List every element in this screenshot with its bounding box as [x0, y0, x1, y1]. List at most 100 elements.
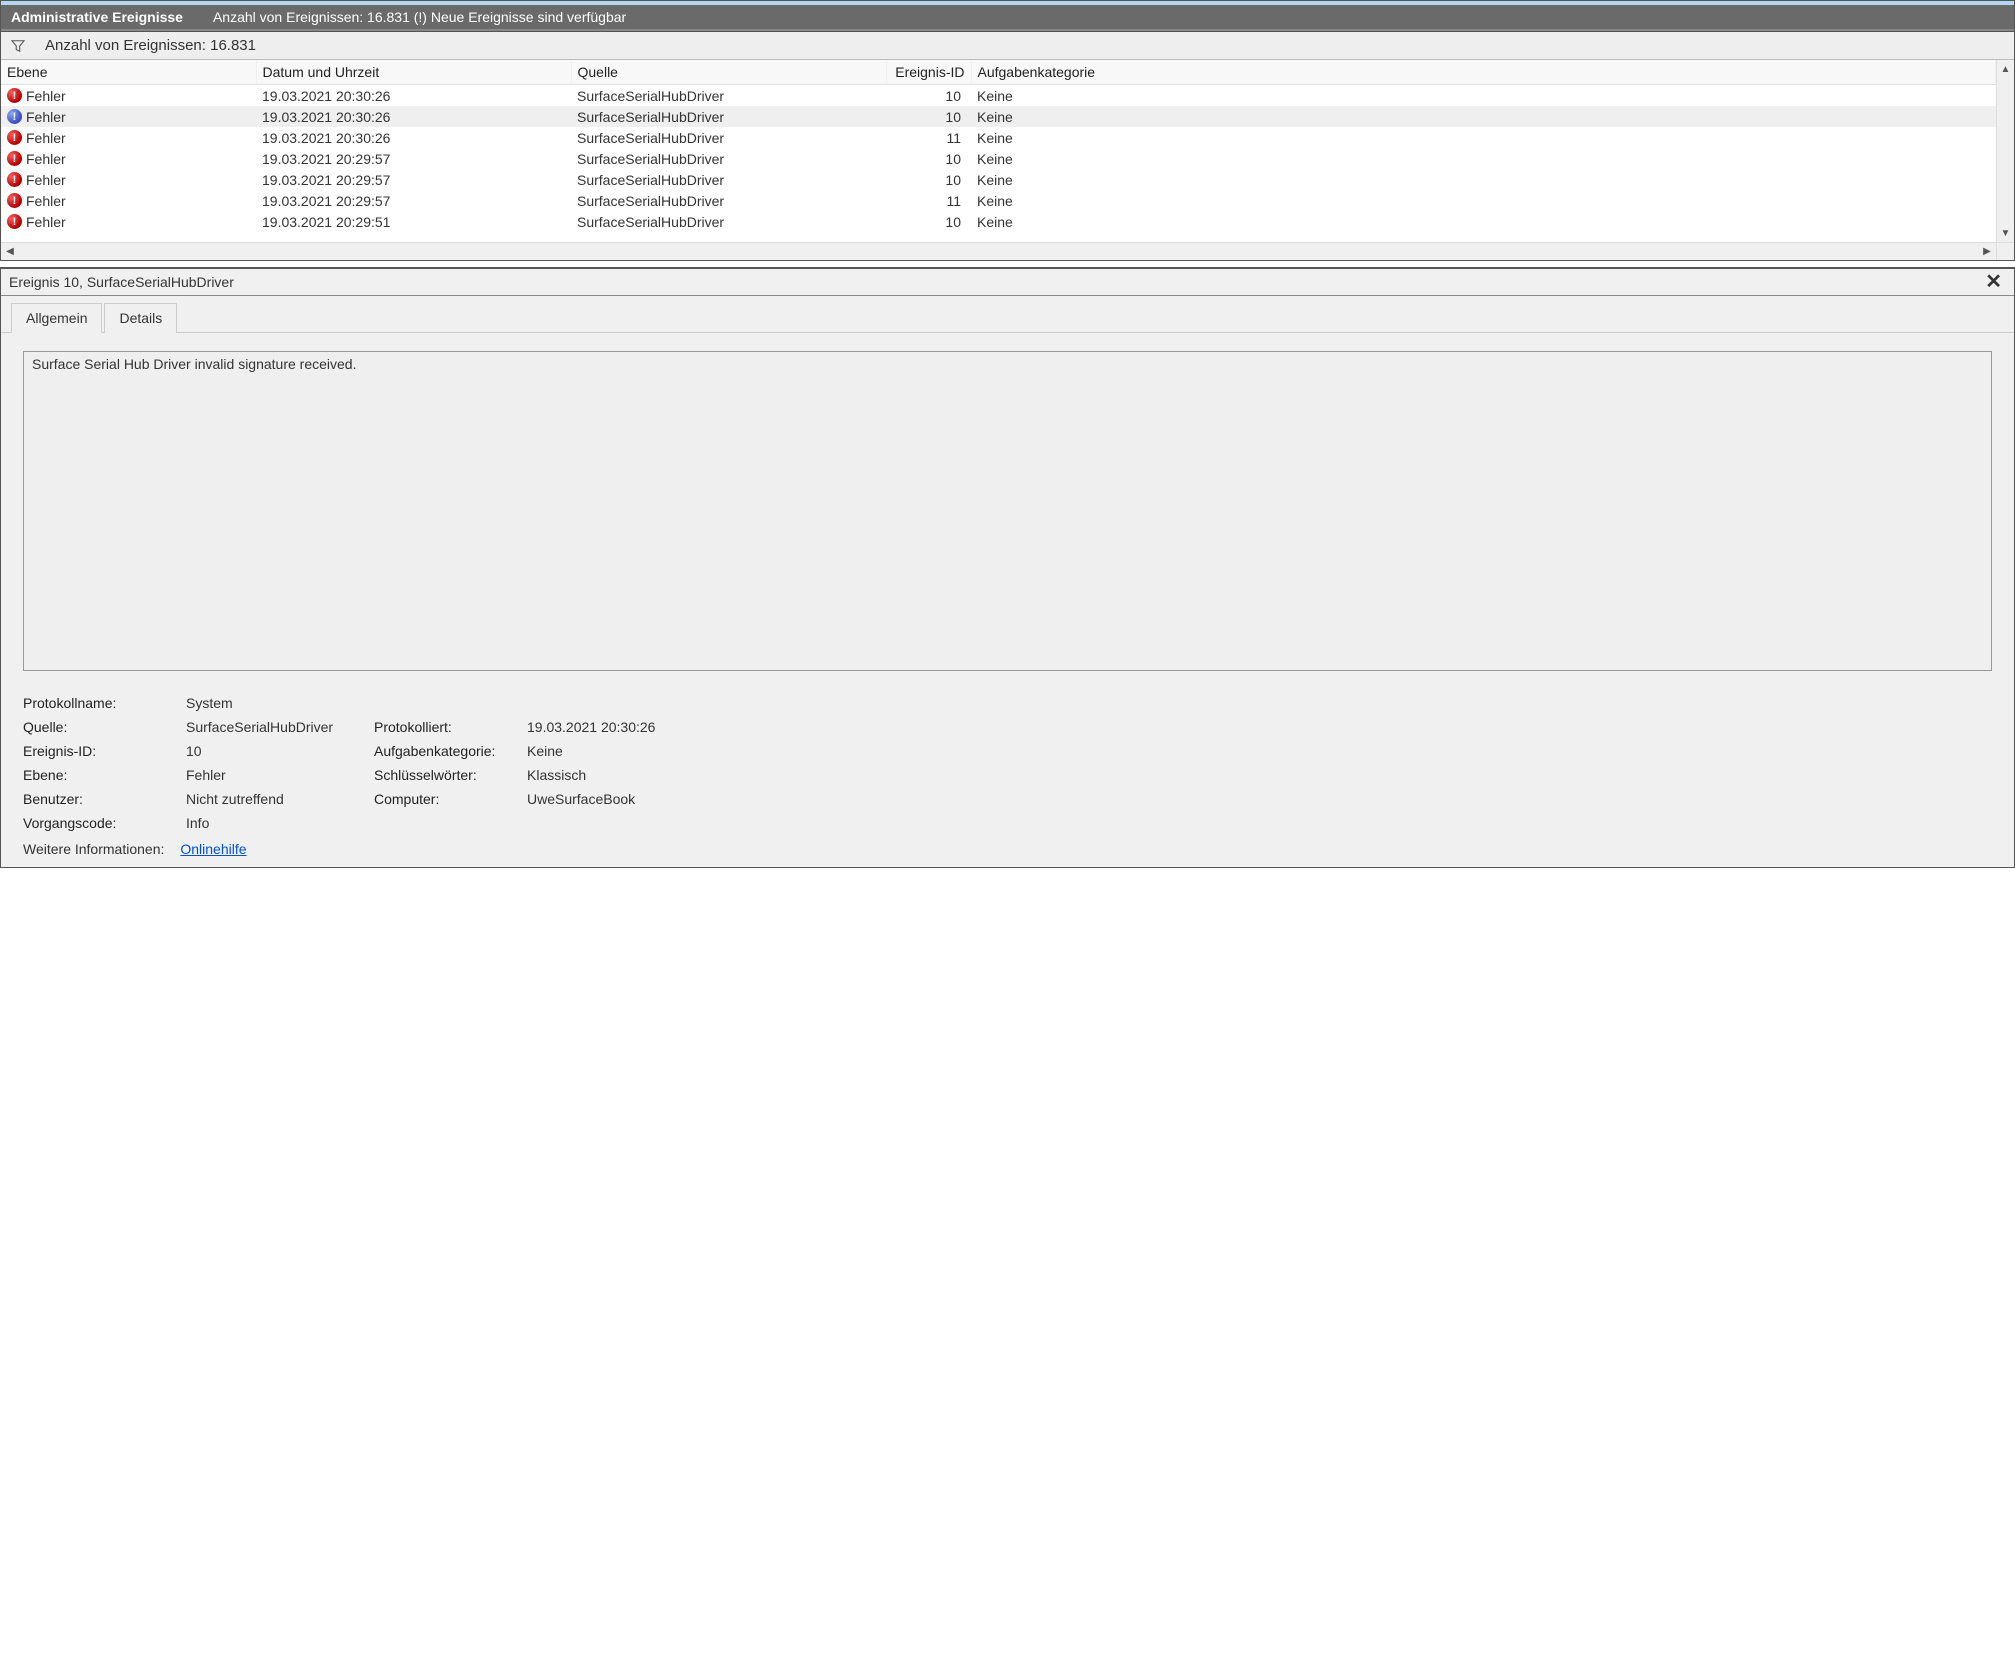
- error-icon: !: [7, 214, 22, 229]
- label-keywords: Schlüsselwörter:: [374, 767, 519, 783]
- table-row[interactable]: ! Fehler 19.03.2021 20:29:57SurfaceSerialH…: [1, 190, 1996, 211]
- cell-datetime: 19.03.2021 20:29:57: [256, 169, 571, 190]
- cell-source: SurfaceSerialHubDriver: [571, 190, 886, 211]
- cell-level: Fehler: [26, 193, 66, 209]
- scroll-right-icon[interactable]: ▶: [1978, 243, 1996, 260]
- cell-category: Keine: [971, 169, 1996, 190]
- close-icon[interactable]: ✕: [1981, 272, 2006, 292]
- cell-datetime: 19.03.2021 20:29:51: [256, 211, 571, 232]
- col-level[interactable]: Ebene: [1, 60, 256, 85]
- scrollbar-track[interactable]: [1997, 78, 2014, 224]
- label-level: Ebene:: [23, 767, 178, 783]
- label-event-id: Ereignis-ID:: [23, 743, 178, 759]
- view-subtitle: Anzahl von Ereignissen: 16.831 (!) Neue …: [213, 9, 626, 25]
- cell-level: Fehler: [26, 172, 66, 188]
- label-user: Benutzer:: [23, 791, 178, 807]
- cell-category: Keine: [971, 106, 1996, 127]
- label-log-name: Protokollname:: [23, 695, 178, 711]
- col-datetime[interactable]: Datum und Uhrzeit: [256, 60, 571, 85]
- table-row[interactable]: ! Fehler 19.03.2021 20:30:26SurfaceSerialH…: [1, 85, 1996, 107]
- error-icon: !: [7, 172, 22, 187]
- label-category: Aufgabenkategorie:: [374, 743, 519, 759]
- tab-general[interactable]: Allgemein: [11, 303, 102, 333]
- cell-event-id: 11: [886, 190, 971, 211]
- label-opcode: Vorgangscode:: [23, 815, 178, 831]
- cell-category: Keine: [971, 127, 1996, 148]
- cell-source: SurfaceSerialHubDriver: [571, 169, 886, 190]
- column-header-row: Ebene Datum und Uhrzeit Quelle Ereignis-…: [1, 60, 1996, 85]
- cell-event-id: 11: [886, 127, 971, 148]
- error-icon: !: [7, 151, 22, 166]
- value-user: Nicht zutreffend: [186, 791, 366, 807]
- cell-source: SurfaceSerialHubDriver: [571, 85, 886, 107]
- cell-category: Keine: [971, 211, 1996, 232]
- horizontal-scrollbar[interactable]: ◀ ▶: [1, 242, 1996, 260]
- error-icon: !: [7, 193, 22, 208]
- cell-datetime: 19.03.2021 20:29:57: [256, 190, 571, 211]
- scrollbar-corner: [1996, 242, 2014, 260]
- cell-datetime: 19.03.2021 20:30:26: [256, 85, 571, 107]
- filter-icon[interactable]: [11, 39, 25, 53]
- cell-source: SurfaceSerialHubDriver: [571, 106, 886, 127]
- scroll-left-icon[interactable]: ◀: [1, 243, 19, 260]
- cell-source: SurfaceSerialHubDriver: [571, 211, 886, 232]
- table-row[interactable]: ! Fehler 19.03.2021 20:29:51SurfaceSerialH…: [1, 211, 1996, 232]
- vertical-scrollbar[interactable]: ▲ ▼: [1996, 60, 2014, 242]
- cell-source: SurfaceSerialHubDriver: [571, 148, 886, 169]
- scroll-up-icon[interactable]: ▲: [1997, 60, 2014, 78]
- cell-event-id: 10: [886, 106, 971, 127]
- event-list: Ebene Datum und Uhrzeit Quelle Ereignis-…: [1, 60, 2014, 260]
- info-icon: !: [7, 109, 22, 124]
- label-logged: Protokolliert:: [374, 719, 519, 735]
- cell-level: Fehler: [26, 130, 66, 146]
- col-category[interactable]: Aufgabenkategorie: [971, 60, 1996, 85]
- cell-datetime: 19.03.2021 20:30:26: [256, 106, 571, 127]
- detail-tabs: Allgemein Details: [1, 296, 2014, 333]
- value-category: Keine: [527, 743, 1992, 759]
- cell-category: Keine: [971, 190, 1996, 211]
- scroll-down-icon[interactable]: ▼: [1997, 224, 2014, 242]
- label-more-info: Weitere Informationen:: [23, 841, 164, 857]
- scrollbar-track[interactable]: [19, 243, 1978, 260]
- event-description[interactable]: Surface Serial Hub Driver invalid signat…: [23, 351, 1992, 671]
- table-row[interactable]: ! Fehler 19.03.2021 20:30:26SurfaceSerialH…: [1, 127, 1996, 148]
- col-source[interactable]: Quelle: [571, 60, 886, 85]
- value-event-id: 10: [186, 743, 366, 759]
- label-computer: Computer:: [374, 791, 519, 807]
- value-logged: 19.03.2021 20:30:26: [527, 719, 1992, 735]
- filter-count-label: Anzahl von Ereignissen: 16.831: [45, 37, 256, 54]
- cell-category: Keine: [971, 148, 1996, 169]
- detail-title: Ereignis 10, SurfaceSerialHubDriver: [9, 274, 234, 290]
- cell-level: Fehler: [26, 151, 66, 167]
- cell-datetime: 19.03.2021 20:30:26: [256, 127, 571, 148]
- error-icon: !: [7, 130, 22, 145]
- view-header: Administrative Ereignisse Anzahl von Ere…: [1, 1, 2014, 31]
- cell-level: Fehler: [26, 109, 66, 125]
- cell-level: Fehler: [26, 214, 66, 230]
- filter-bar: Anzahl von Ereignissen: 16.831: [1, 31, 2014, 60]
- error-icon: !: [7, 88, 22, 103]
- cell-level: Fehler: [26, 88, 66, 104]
- value-source: SurfaceSerialHubDriver: [186, 719, 366, 735]
- cell-event-id: 10: [886, 169, 971, 190]
- label-source: Quelle:: [23, 719, 178, 735]
- col-event-id[interactable]: Ereignis-ID: [886, 60, 971, 85]
- value-computer: UweSurfaceBook: [527, 791, 1992, 807]
- value-keywords: Klassisch: [527, 767, 1992, 783]
- value-level: Fehler: [186, 767, 366, 783]
- online-help-link[interactable]: Onlinehilfe: [180, 841, 246, 857]
- cell-event-id: 10: [886, 85, 971, 107]
- table-row[interactable]: ! Fehler 19.03.2021 20:29:57SurfaceSerialH…: [1, 148, 1996, 169]
- value-opcode: Info: [186, 815, 366, 831]
- tab-details[interactable]: Details: [104, 303, 177, 333]
- cell-event-id: 10: [886, 148, 971, 169]
- cell-datetime: 19.03.2021 20:29:57: [256, 148, 571, 169]
- event-properties: Protokollname: System Quelle: SurfaceSer…: [23, 695, 1992, 831]
- cell-category: Keine: [971, 85, 1996, 107]
- table-row[interactable]: ! Fehler 19.03.2021 20:30:26SurfaceSerialH…: [1, 106, 1996, 127]
- cell-event-id: 10: [886, 211, 971, 232]
- view-title: Administrative Ereignisse: [11, 9, 183, 25]
- table-row[interactable]: ! Fehler 19.03.2021 20:29:57SurfaceSerialH…: [1, 169, 1996, 190]
- cell-source: SurfaceSerialHubDriver: [571, 127, 886, 148]
- value-log-name: System: [186, 695, 366, 711]
